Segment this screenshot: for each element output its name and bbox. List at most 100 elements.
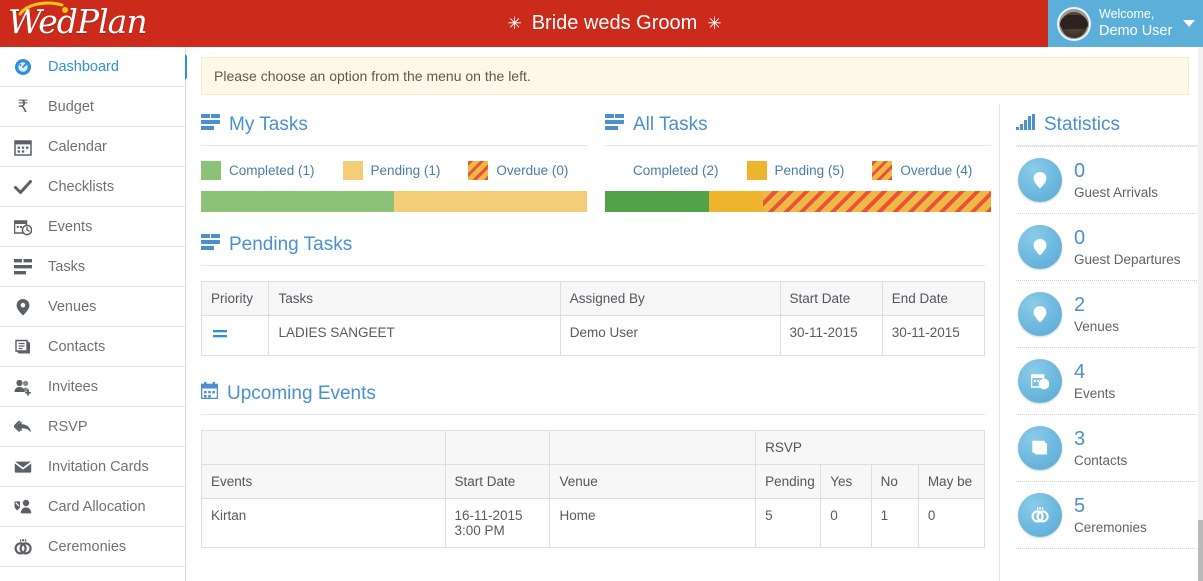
legend-label: Completed (1): [229, 163, 315, 178]
user-menu[interactable]: Welcome, Demo User: [1048, 0, 1203, 47]
statistic-value: 4: [1074, 360, 1086, 383]
statistics-list: 0 Guest Arrivals 0 Guest Departures 2 Ve…: [1016, 146, 1203, 549]
app-logo[interactable]: WedPlan: [0, 0, 186, 47]
dashboard-icon: [12, 58, 34, 76]
sidebar-item-label: Ceremonies: [48, 538, 127, 555]
logo-text: WedPlan: [8, 2, 148, 41]
legend-swatch: [605, 161, 625, 180]
sparkle-left-icon: ✳: [507, 14, 522, 33]
tasks-list-icon: [12, 258, 34, 276]
pending-tasks-header: Pending Tasks: [201, 212, 985, 256]
welcome-label: Welcome,: [1099, 6, 1155, 21]
statistic-label: Contacts: [1074, 452, 1128, 468]
medium-priority-icon: [211, 325, 229, 346]
column-header: Tasks: [268, 281, 561, 316]
legend-label: Overdue (4): [900, 163, 973, 178]
all-tasks-title: All Tasks: [633, 114, 708, 135]
legend-swatch: [342, 161, 363, 180]
statistic-value: 0: [1074, 226, 1086, 249]
column-header: No: [870, 464, 919, 499]
sidebar-item-contacts[interactable]: Contacts: [0, 327, 185, 367]
sidebar-item-invitation-cards[interactable]: Invitation Cards: [0, 447, 185, 487]
statistic-item[interactable]: 4 Events: [1016, 348, 1203, 415]
page-scrollbar-track[interactable]: [1198, 47, 1203, 581]
sidebar-item-label: Events: [48, 218, 93, 235]
tasks-list-icon: [605, 114, 624, 136]
rsvp-no-cell: 1: [870, 498, 919, 548]
column-header: Assigned By: [559, 281, 781, 316]
page-scrollbar-thumb[interactable]: [1198, 520, 1203, 581]
sidebar-item-dashboard[interactable]: Dashboard: [0, 47, 198, 87]
sidebar-item-calendar[interactable]: Calendar: [0, 127, 185, 167]
sidebar-item-checklists[interactable]: Checklists: [0, 167, 185, 207]
calendar-icon: [200, 382, 219, 405]
statistic-item[interactable]: 5 Ceremonies: [1016, 482, 1203, 549]
sidebar-item-label: Dashboard: [48, 58, 119, 75]
legend-entry: Overdue (0): [468, 161, 568, 180]
all-tasks-panel: All Tasks Completed (2) Pending (5) Overdu…: [605, 104, 991, 212]
progress-segment-overdue: [763, 191, 991, 212]
rings-icon: [1018, 493, 1062, 537]
chevron-down-icon[interactable]: [1183, 20, 1195, 27]
column-header: Events: [201, 464, 446, 499]
tasks-list-icon: [201, 114, 220, 136]
statistic-label: Guest Departures: [1074, 251, 1181, 267]
user-share-icon: [12, 498, 34, 516]
sidebar-item-invitees[interactable]: Invitees: [0, 367, 185, 407]
sidebar-item-label: Budget: [48, 98, 94, 115]
avatar: [1057, 6, 1091, 41]
table-row[interactable]: Kirtan 16-11-2015 3:00 PM Home 5 0 1 0: [201, 498, 986, 548]
calendar-clock-icon: [1018, 359, 1062, 403]
statistic-item[interactable]: 2 Venues: [1016, 281, 1203, 348]
event-venue-cell: Home: [549, 498, 757, 548]
statistics-header: Statistics: [1016, 104, 1203, 136]
statistic-label: Guest Arrivals: [1074, 184, 1159, 200]
progress-segment-pending: [709, 191, 764, 212]
table-row[interactable]: LADIES SANGEET Demo User 30-11-2015 30-1…: [200, 315, 986, 356]
top-bar: WedPlan ✳ Bride weds Groom ✳ Welcome, De…: [0, 0, 1203, 47]
statistic-item[interactable]: 0 Guest Departures: [1016, 214, 1203, 281]
sidebar-item-label: RSVP: [48, 418, 88, 435]
legend-entry: Completed (1): [201, 161, 315, 180]
map-pin-icon: [1018, 292, 1062, 336]
sidebar-item-label: Contacts: [48, 338, 106, 355]
sidebar-item-card-allocation[interactable]: Card Allocation: [0, 487, 185, 527]
map-pin-icon: [1018, 225, 1062, 269]
left-column: My Tasks Completed (1) Pending (1) Overdue…: [187, 104, 999, 581]
statistic-item[interactable]: 3 Contacts: [1016, 415, 1203, 482]
legend-swatch: [746, 161, 767, 180]
column-header: Start Date: [779, 281, 883, 316]
progress-segment-completed: [201, 191, 394, 212]
legend-label: Pending (5): [774, 163, 845, 178]
statistic-value: 3: [1074, 427, 1086, 450]
progress-segment-completed: [605, 191, 710, 212]
statistic-value: 5: [1074, 494, 1086, 517]
blank-header: [549, 430, 757, 465]
sidebar-item-rsvp[interactable]: RSVP: [0, 407, 185, 447]
envelope-icon: [12, 458, 34, 476]
legend-label: Completed (2): [633, 163, 719, 178]
legend-entry: Overdue (4): [872, 161, 972, 180]
all-tasks-legend: Completed (2) Pending (5) Overdue (4): [605, 161, 991, 180]
sidebar-item-tasks[interactable]: Tasks: [0, 247, 185, 287]
event-name-cell: Kirtan: [201, 498, 446, 548]
users-add-icon: [12, 378, 34, 396]
statistics-title: Statistics: [1044, 114, 1121, 135]
calendar-icon: [12, 138, 34, 156]
sidebar-item-budget[interactable]: ₹ Budget: [0, 87, 185, 127]
progress-segment-pending: [394, 191, 587, 212]
priority-cell: [200, 315, 270, 356]
sidebar-item-venues[interactable]: Venues: [0, 287, 185, 327]
column-header: End Date: [881, 281, 986, 316]
rings-icon: [12, 538, 34, 556]
legend-entry: Completed (2): [605, 161, 719, 180]
sidebar-item-ceremonies[interactable]: Ceremonies: [0, 527, 185, 567]
statistic-label: Venues: [1074, 318, 1120, 334]
pending-tasks-title: Pending Tasks: [229, 234, 353, 255]
statistic-item[interactable]: 0 Guest Arrivals: [1016, 146, 1203, 214]
my-tasks-panel: My Tasks Completed (1) Pending (1) Overdue…: [201, 104, 587, 212]
my-tasks-header: My Tasks: [201, 104, 587, 136]
sidebar-item-events[interactable]: Events: [0, 207, 185, 247]
statistics-panel: Statistics 0 Guest Arrivals 0 Guest Depa…: [999, 104, 1203, 581]
reply-all-icon: [12, 418, 34, 436]
